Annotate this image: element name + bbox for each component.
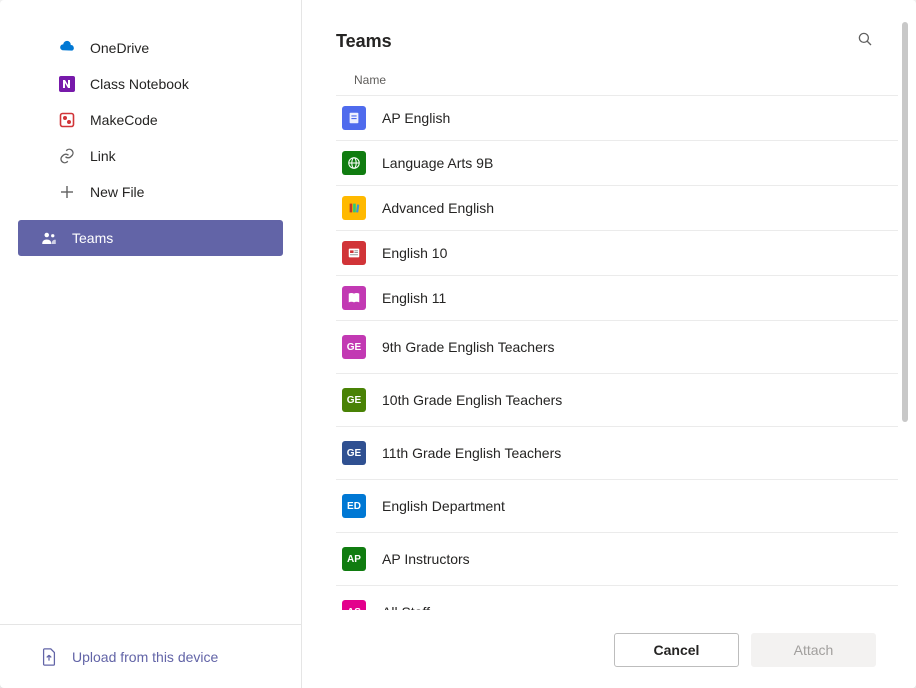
main-panel: Teams Name AP English Language Arts 9B Adv… [302,0,916,688]
team-row[interactable]: Advanced English [336,186,898,231]
teams-icon [40,229,58,247]
search-icon[interactable] [856,30,874,53]
team-icon: GE [342,388,366,412]
team-icon: AP [342,547,366,571]
team-row[interactable]: English 10 [336,231,898,276]
team-name: 10th Grade English Teachers [382,392,562,408]
dialog-footer: Cancel Attach [604,610,916,688]
team-icon [342,106,366,130]
main-title: Teams [336,31,392,52]
team-name: 9th Grade English Teachers [382,339,555,355]
scrollbar-thumb[interactable] [902,22,908,422]
sidebar-item-label: New File [90,184,144,200]
sidebar: OneDrive Class Notebook MakeCode Link New Fi… [0,0,302,688]
team-icon: ED [342,494,366,518]
team-row[interactable]: GE 11th Grade English Teachers [336,427,898,480]
sidebar-item-label: Class Notebook [90,76,189,92]
team-name: Language Arts 9B [382,155,493,171]
sidebar-item-teams[interactable]: Teams [18,220,283,256]
team-name: English 11 [382,290,446,306]
team-name: English Department [382,498,505,514]
team-icon [342,196,366,220]
column-header-name: Name [302,63,916,95]
upload-label: Upload from this device [72,649,218,665]
team-name: English 10 [382,245,447,261]
team-row[interactable]: AS All Staff [336,586,898,610]
plus-icon [58,183,76,201]
upload-icon [40,648,58,666]
sidebar-item-onedrive[interactable]: OneDrive [18,30,283,66]
upload-from-device-button[interactable]: Upload from this device [0,624,301,688]
team-icon [342,241,366,265]
team-row[interactable]: English 11 [336,276,898,321]
team-row[interactable]: ED English Department [336,480,898,533]
team-row[interactable]: AP AP Instructors [336,533,898,586]
cancel-button[interactable]: Cancel [614,633,739,667]
sidebar-item-label: Teams [72,230,113,246]
makecode-icon [58,111,76,129]
team-icon [342,286,366,310]
main-header: Teams [302,0,916,63]
team-name: 11th Grade English Teachers [382,445,561,461]
sidebar-item-label: Link [90,148,116,164]
attach-button[interactable]: Attach [751,633,876,667]
sidebar-item-label: OneDrive [90,40,149,56]
teams-list: AP English Language Arts 9B Advanced Engli… [302,95,916,610]
team-row[interactable]: GE 9th Grade English Teachers [336,321,898,374]
sidebar-item-new-file[interactable]: New File [18,174,283,210]
sidebar-item-link[interactable]: Link [18,138,283,174]
team-row[interactable]: GE 10th Grade English Teachers [336,374,898,427]
team-icon [342,151,366,175]
onedrive-icon [58,39,76,57]
team-name: AP English [382,110,450,126]
team-name: Advanced English [382,200,494,216]
team-name: AP Instructors [382,551,470,567]
sidebar-item-class-notebook[interactable]: Class Notebook [18,66,283,102]
team-name: All Staff [382,604,430,610]
sidebar-item-makecode[interactable]: MakeCode [18,102,283,138]
team-row[interactable]: Language Arts 9B [336,141,898,186]
team-icon: AS [342,600,366,610]
link-icon [58,147,76,165]
onenote-icon [58,75,76,93]
team-icon: GE [342,335,366,359]
sidebar-sources: OneDrive Class Notebook MakeCode Link New Fi… [0,30,301,624]
team-row[interactable]: AP English [336,96,898,141]
file-picker-dialog: OneDrive Class Notebook MakeCode Link New Fi… [0,0,916,688]
sidebar-item-label: MakeCode [90,112,158,128]
team-icon: GE [342,441,366,465]
